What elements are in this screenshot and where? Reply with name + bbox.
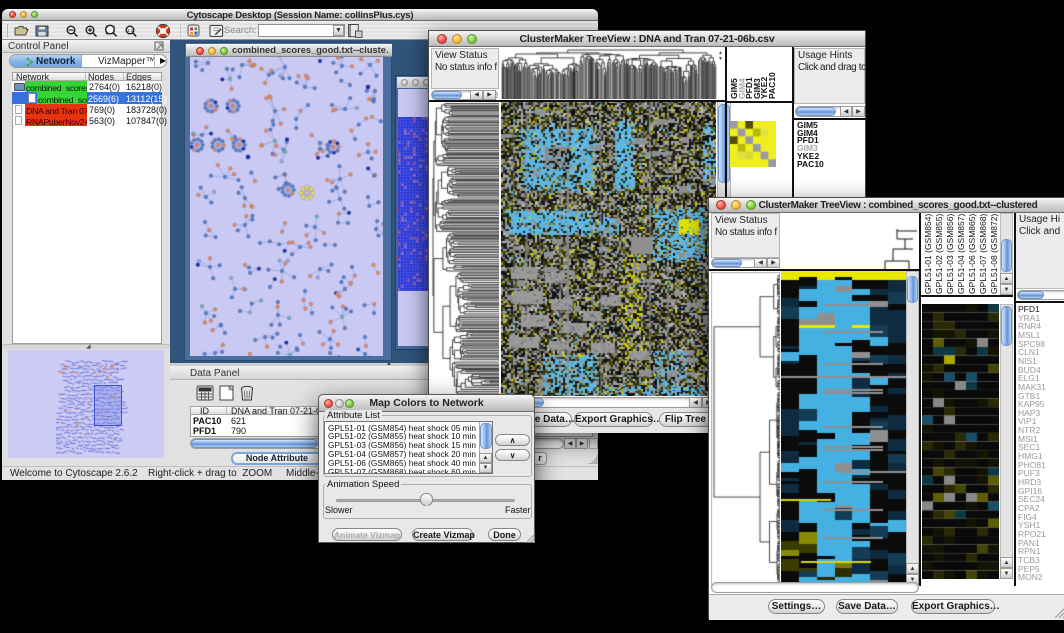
- svg-text:1:1: 1:1: [127, 28, 134, 33]
